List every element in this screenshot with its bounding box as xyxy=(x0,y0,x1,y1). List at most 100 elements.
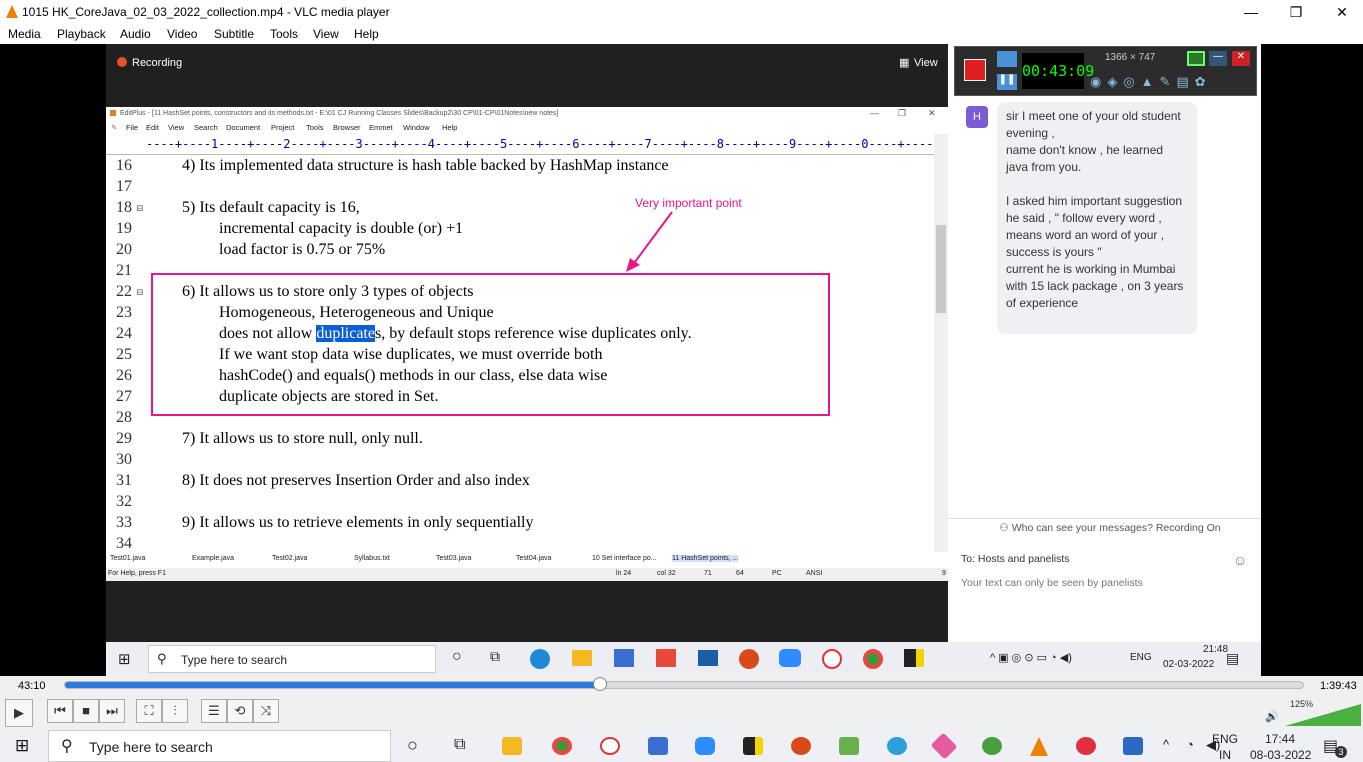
menu-subtitle[interactable]: Subtitle xyxy=(214,27,254,41)
window-icon[interactable] xyxy=(1187,51,1205,66)
fullscreen-button[interactable]: ⛶ xyxy=(136,699,162,723)
multicolor-app-icon[interactable] xyxy=(930,732,958,760)
recorder-tools-icons[interactable]: ◉◈◎▲✎▤✿ xyxy=(1090,74,1250,92)
recorder-icon[interactable] xyxy=(791,737,811,755)
menu-video[interactable]: Video xyxy=(167,27,197,41)
editor-scrollbar-thumb[interactable] xyxy=(936,225,946,313)
editor-tab[interactable]: Test03.java xyxy=(436,555,471,562)
stop-record-button[interactable] xyxy=(964,59,986,81)
camera-icon[interactable] xyxy=(997,51,1017,67)
editor-line[interactable]: 33 9) It allows us to retrieve elements i… xyxy=(106,512,936,533)
shuffle-button[interactable]: ⤨ xyxy=(253,699,279,723)
ruler-text: ----+----1----+----2----+----3----+----4… xyxy=(146,137,934,151)
search-box[interactable]: ⚲ Type here to search xyxy=(48,730,391,762)
ep-menu-search[interactable]: Search xyxy=(194,123,218,132)
editor-line[interactable]: 19 incremental capacity is double (or) +1 xyxy=(106,218,936,239)
who-can-see[interactable]: ⚇ Who can see your messages? Recording O… xyxy=(960,522,1260,534)
vlc-taskbar-icon[interactable] xyxy=(1030,737,1048,756)
editor-tab[interactable]: 11 HashSet points, ... xyxy=(672,555,739,562)
ep-menu-window[interactable]: Window xyxy=(403,123,430,132)
play-button[interactable]: ▶ xyxy=(5,699,33,727)
cortana-icon[interactable]: ○ xyxy=(407,735,418,756)
min-icon[interactable]: — xyxy=(1209,51,1227,66)
pause-icon[interactable]: ❚❚ xyxy=(997,74,1017,90)
editor-scrollbar[interactable] xyxy=(934,134,948,552)
seek-handle[interactable] xyxy=(593,677,607,691)
editor-tab[interactable]: Test04.java xyxy=(516,555,551,562)
emoji-icon[interactable]: ☺ xyxy=(1233,552,1247,568)
editplus-menubar: ✎ File Edit View Search Document Project… xyxy=(106,121,948,134)
taskview-icon[interactable]: ⧉ xyxy=(454,736,465,754)
menu-media[interactable]: Media xyxy=(8,27,41,41)
telegram-icon[interactable] xyxy=(887,737,907,755)
editplus-close[interactable]: ✕ xyxy=(928,108,936,119)
volume-slider[interactable] xyxy=(1285,704,1361,726)
ep-menu-document[interactable]: Document xyxy=(226,123,260,132)
menu-view[interactable]: View xyxy=(313,27,339,41)
lang[interactable]: ENG xyxy=(1212,732,1238,746)
red-app-icon[interactable] xyxy=(1076,737,1096,755)
editor-tab[interactable]: 10 Set interface po... xyxy=(592,555,657,562)
editplus-minimize[interactable]: — xyxy=(870,108,879,118)
fold-icon[interactable]: ⊟ xyxy=(136,287,144,298)
start-icon[interactable]: ⊞ xyxy=(15,736,29,756)
playlist-button[interactable]: ☰ xyxy=(201,699,227,723)
editor-tab[interactable]: Example.java xyxy=(192,555,234,562)
zoom-icon[interactable] xyxy=(695,737,715,755)
editor-tab[interactable]: Syllabus.txt xyxy=(354,555,390,562)
lang-region[interactable]: IN xyxy=(1219,748,1231,762)
maximize-button[interactable]: ❐ xyxy=(1281,2,1311,22)
chat-input[interactable]: Your text can only be seen by panelists xyxy=(961,577,1143,589)
annotation-arrow-icon xyxy=(626,211,673,272)
ep-menu-emmet[interactable]: Emmet xyxy=(369,123,393,132)
clock-date[interactable]: 08-03-2022 xyxy=(1250,748,1311,762)
editor-line[interactable]: 29 7) It allows us to store null, only nu… xyxy=(106,428,936,449)
store-icon[interactable] xyxy=(648,737,668,755)
ep-menu-project[interactable]: Project xyxy=(271,123,294,132)
ep-menu-browser[interactable]: Browser xyxy=(333,123,361,132)
sticky-notes-icon[interactable] xyxy=(743,737,763,755)
editor-line[interactable]: 17 xyxy=(106,176,936,197)
minimize-button[interactable]: — xyxy=(1236,2,1266,22)
chart-app-icon[interactable] xyxy=(839,737,859,755)
editor-line[interactable]: 20 load factor is 0.75 or 75% xyxy=(106,239,936,260)
chrome-icon[interactable] xyxy=(552,737,572,755)
fold-icon[interactable]: ⊟ xyxy=(136,203,144,214)
ep-menu-edit[interactable]: Edit xyxy=(146,123,159,132)
extended-settings-button[interactable]: ⫶ xyxy=(162,699,188,723)
photos-icon[interactable] xyxy=(1123,737,1143,755)
ep-menu-tools[interactable]: Tools xyxy=(306,123,324,132)
menu-audio[interactable]: Audio xyxy=(120,27,151,41)
editor-line[interactable]: 18 5) Its default capacity is 16, ⊟ xyxy=(106,197,936,218)
ep-menu-view[interactable]: View xyxy=(168,123,184,132)
previous-button[interactable]: ⏮ xyxy=(47,699,73,723)
green-app-icon[interactable] xyxy=(982,737,1002,755)
editor-tab[interactable]: Test02.java xyxy=(272,555,307,562)
close-button[interactable]: ✕ xyxy=(1327,2,1357,22)
ep-menu-help[interactable]: Help xyxy=(442,123,457,132)
menu-tools[interactable]: Tools xyxy=(270,27,298,41)
editor-line[interactable]: 30 xyxy=(106,449,936,470)
next-button[interactable]: ⏭ xyxy=(99,699,125,723)
loop-button[interactable]: ⟲ xyxy=(227,699,253,723)
clock-time[interactable]: 17:44 xyxy=(1265,732,1295,746)
file-explorer-icon[interactable] xyxy=(502,737,522,755)
ep-menu-file[interactable]: File xyxy=(126,123,138,132)
recorder-close-icon[interactable]: ✕ xyxy=(1232,51,1250,66)
editor-line[interactable]: 16 4) Its implemented data structure is h… xyxy=(106,155,936,176)
editor-line[interactable]: 32 xyxy=(106,491,936,512)
speaker-icon[interactable]: 🔊 xyxy=(1265,710,1279,723)
menu-playback[interactable]: Playback xyxy=(57,27,106,41)
view-label[interactable]: View xyxy=(914,57,938,69)
wifi-icon[interactable]: ◔ xyxy=(1186,737,1194,752)
menu-help[interactable]: Help xyxy=(354,27,379,41)
stop-button[interactable]: ■ xyxy=(73,699,99,723)
editplus-maximize[interactable]: ❐ xyxy=(898,108,906,119)
editor-line[interactable]: 34 xyxy=(106,533,936,552)
seek-bar[interactable] xyxy=(64,681,1304,689)
snip-icon[interactable] xyxy=(600,737,620,755)
tray-chevron-icon[interactable]: ^ xyxy=(1163,737,1169,752)
to-recipient[interactable]: To: Hosts and panelists xyxy=(961,553,1070,565)
editor-line[interactable]: 31 8) It does not preserves Insertion Ord… xyxy=(106,470,936,491)
editor-tab[interactable]: Test01.java xyxy=(110,555,145,562)
